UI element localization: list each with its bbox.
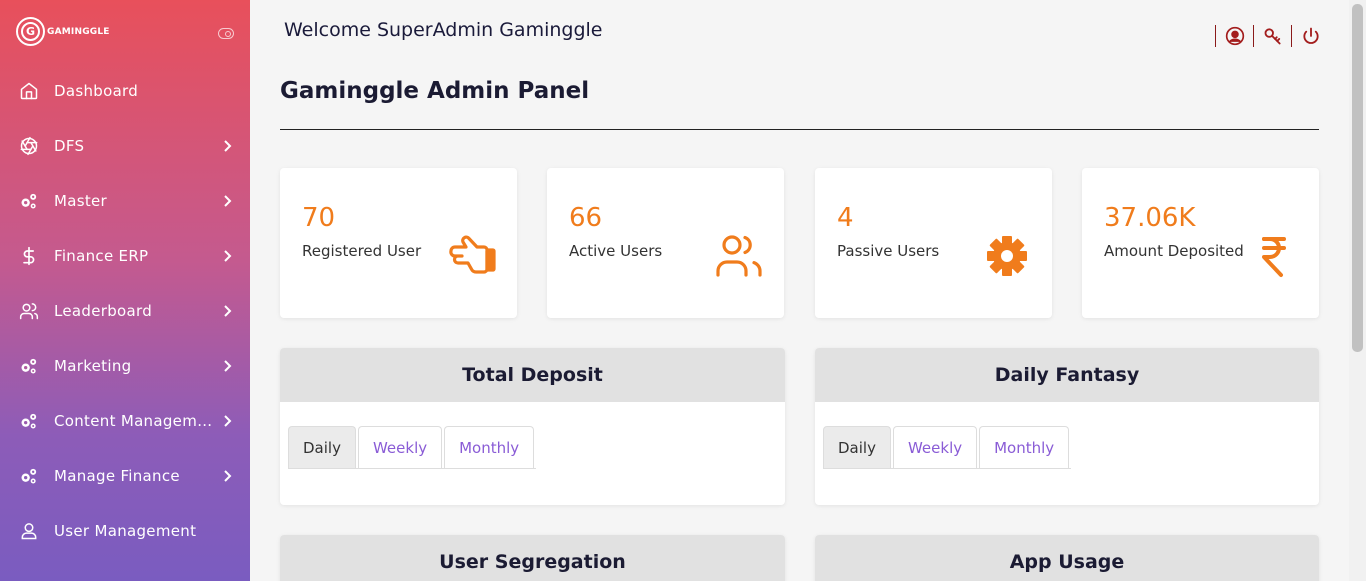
chevron-right-icon	[222, 414, 234, 427]
stat-card-active-users[interactable]: 66 Active Users	[547, 168, 784, 318]
tab-monthly[interactable]: Monthly	[444, 426, 535, 468]
stat-label: Active Users	[569, 242, 663, 260]
sidebar-item-dashboard[interactable]: Dashboard	[0, 63, 250, 118]
divider	[1215, 25, 1216, 47]
stat-card-amount-deposited[interactable]: 37.06K Amount Deposited	[1082, 168, 1319, 318]
hand-pointer-icon	[447, 232, 497, 280]
chevron-right-icon	[222, 249, 234, 262]
logo-text: GAMINGGLE	[47, 26, 110, 37]
sidebar-item-finance-erp[interactable]: Finance ERP	[0, 228, 250, 283]
chevron-right-icon	[222, 469, 234, 482]
gears-icon	[18, 190, 40, 212]
chevron-right-icon	[222, 359, 234, 372]
sidebar-item-label: Leaderboard	[54, 301, 153, 320]
sidebar-item-content-management[interactable]: Content Manageme...	[0, 393, 250, 448]
user-icon	[18, 520, 40, 542]
sidebar-item-dfs[interactable]: DFS	[0, 118, 250, 173]
aperture-icon	[18, 135, 40, 157]
sidebar-nav: Dashboard DFS Master Finance ERP Leaderb…	[0, 63, 250, 558]
stat-card-registered-users[interactable]: 70 Registered User	[280, 168, 517, 318]
sidebar-item-label: Manage Finance	[54, 466, 180, 485]
logo[interactable]: G GAMINGGLE	[16, 17, 110, 46]
page-title: Gaminggle Admin Panel	[280, 78, 590, 104]
chevron-right-icon	[222, 304, 234, 317]
panel-title: Daily Fantasy	[815, 348, 1319, 402]
divider	[280, 129, 1319, 130]
users-icon	[714, 232, 764, 280]
chevron-right-icon	[222, 139, 234, 152]
scrollbar[interactable]	[1349, 0, 1366, 581]
user-segregation-panel: User Segregation	[280, 535, 785, 581]
tab-monthly[interactable]: Monthly	[979, 426, 1070, 468]
stat-label: Registered User	[302, 242, 422, 260]
sidebar-item-label: User Management	[54, 521, 197, 540]
sidebar-item-master[interactable]: Master	[0, 173, 250, 228]
sidebar-toggle-icon[interactable]	[218, 28, 234, 39]
tab-weekly[interactable]: Weekly	[892, 426, 978, 468]
period-tabs: Daily Weekly Monthly	[823, 426, 1072, 469]
tab-daily[interactable]: Daily	[823, 426, 891, 468]
divider	[1253, 25, 1254, 47]
cog-icon	[982, 232, 1032, 280]
sidebar-item-label: DFS	[54, 136, 85, 155]
profile-icon[interactable]	[1224, 24, 1246, 48]
gears-icon	[18, 465, 40, 487]
stat-value: 66	[569, 203, 603, 233]
logo-icon: G	[16, 17, 45, 46]
main-content: Welcome SuperAdmin Gaminggle Gaminggle A…	[250, 0, 1349, 581]
gears-icon	[18, 410, 40, 432]
key-icon[interactable]	[1262, 24, 1284, 48]
sidebar-item-label: Content Manageme...	[54, 411, 219, 430]
panel-title: Total Deposit	[280, 348, 785, 402]
sidebar-item-label: Finance ERP	[54, 246, 149, 265]
scrollbar-thumb[interactable]	[1352, 4, 1363, 352]
tab-weekly[interactable]: Weekly	[357, 426, 443, 468]
panel-title: User Segregation	[280, 535, 785, 581]
home-icon	[18, 80, 40, 102]
panel-title: App Usage	[815, 535, 1319, 581]
gears-icon	[18, 355, 40, 377]
period-tabs: Daily Weekly Monthly	[288, 426, 537, 469]
sidebar: G GAMINGGLE Dashboard DFS Master Finance…	[0, 0, 250, 581]
sidebar-item-label: Master	[54, 191, 108, 210]
tab-daily[interactable]: Daily	[288, 426, 356, 468]
sidebar-item-user-management[interactable]: User Management	[0, 503, 250, 558]
stat-card-passive-users[interactable]: 4 Passive Users	[815, 168, 1052, 318]
stat-value: 70	[302, 203, 336, 233]
divider	[1291, 25, 1292, 47]
sidebar-item-label: Dashboard	[54, 81, 139, 100]
users-icon	[18, 300, 40, 322]
logo-letter: G	[21, 22, 40, 41]
sidebar-item-leaderboard[interactable]: Leaderboard	[0, 283, 250, 338]
stat-value: 4	[837, 203, 854, 233]
chevron-right-icon	[222, 194, 234, 207]
stat-label: Passive Users	[837, 242, 940, 260]
power-icon[interactable]	[1300, 24, 1322, 48]
header-actions	[1215, 24, 1329, 48]
stat-label: Amount Deposited	[1104, 242, 1244, 260]
total-deposit-panel: Total Deposit Daily Weekly Monthly	[280, 348, 785, 505]
sidebar-item-marketing[interactable]: Marketing	[0, 338, 250, 393]
stat-value: 37.06K	[1104, 203, 1196, 233]
sidebar-item-manage-finance[interactable]: Manage Finance	[0, 448, 250, 503]
rupee-icon	[1249, 232, 1299, 280]
welcome-text: Welcome SuperAdmin Gaminggle	[284, 19, 603, 41]
dollar-icon	[18, 245, 40, 267]
daily-fantasy-panel: Daily Fantasy Daily Weekly Monthly	[815, 348, 1319, 505]
sidebar-item-label: Marketing	[54, 356, 132, 375]
app-usage-panel: App Usage	[815, 535, 1319, 581]
